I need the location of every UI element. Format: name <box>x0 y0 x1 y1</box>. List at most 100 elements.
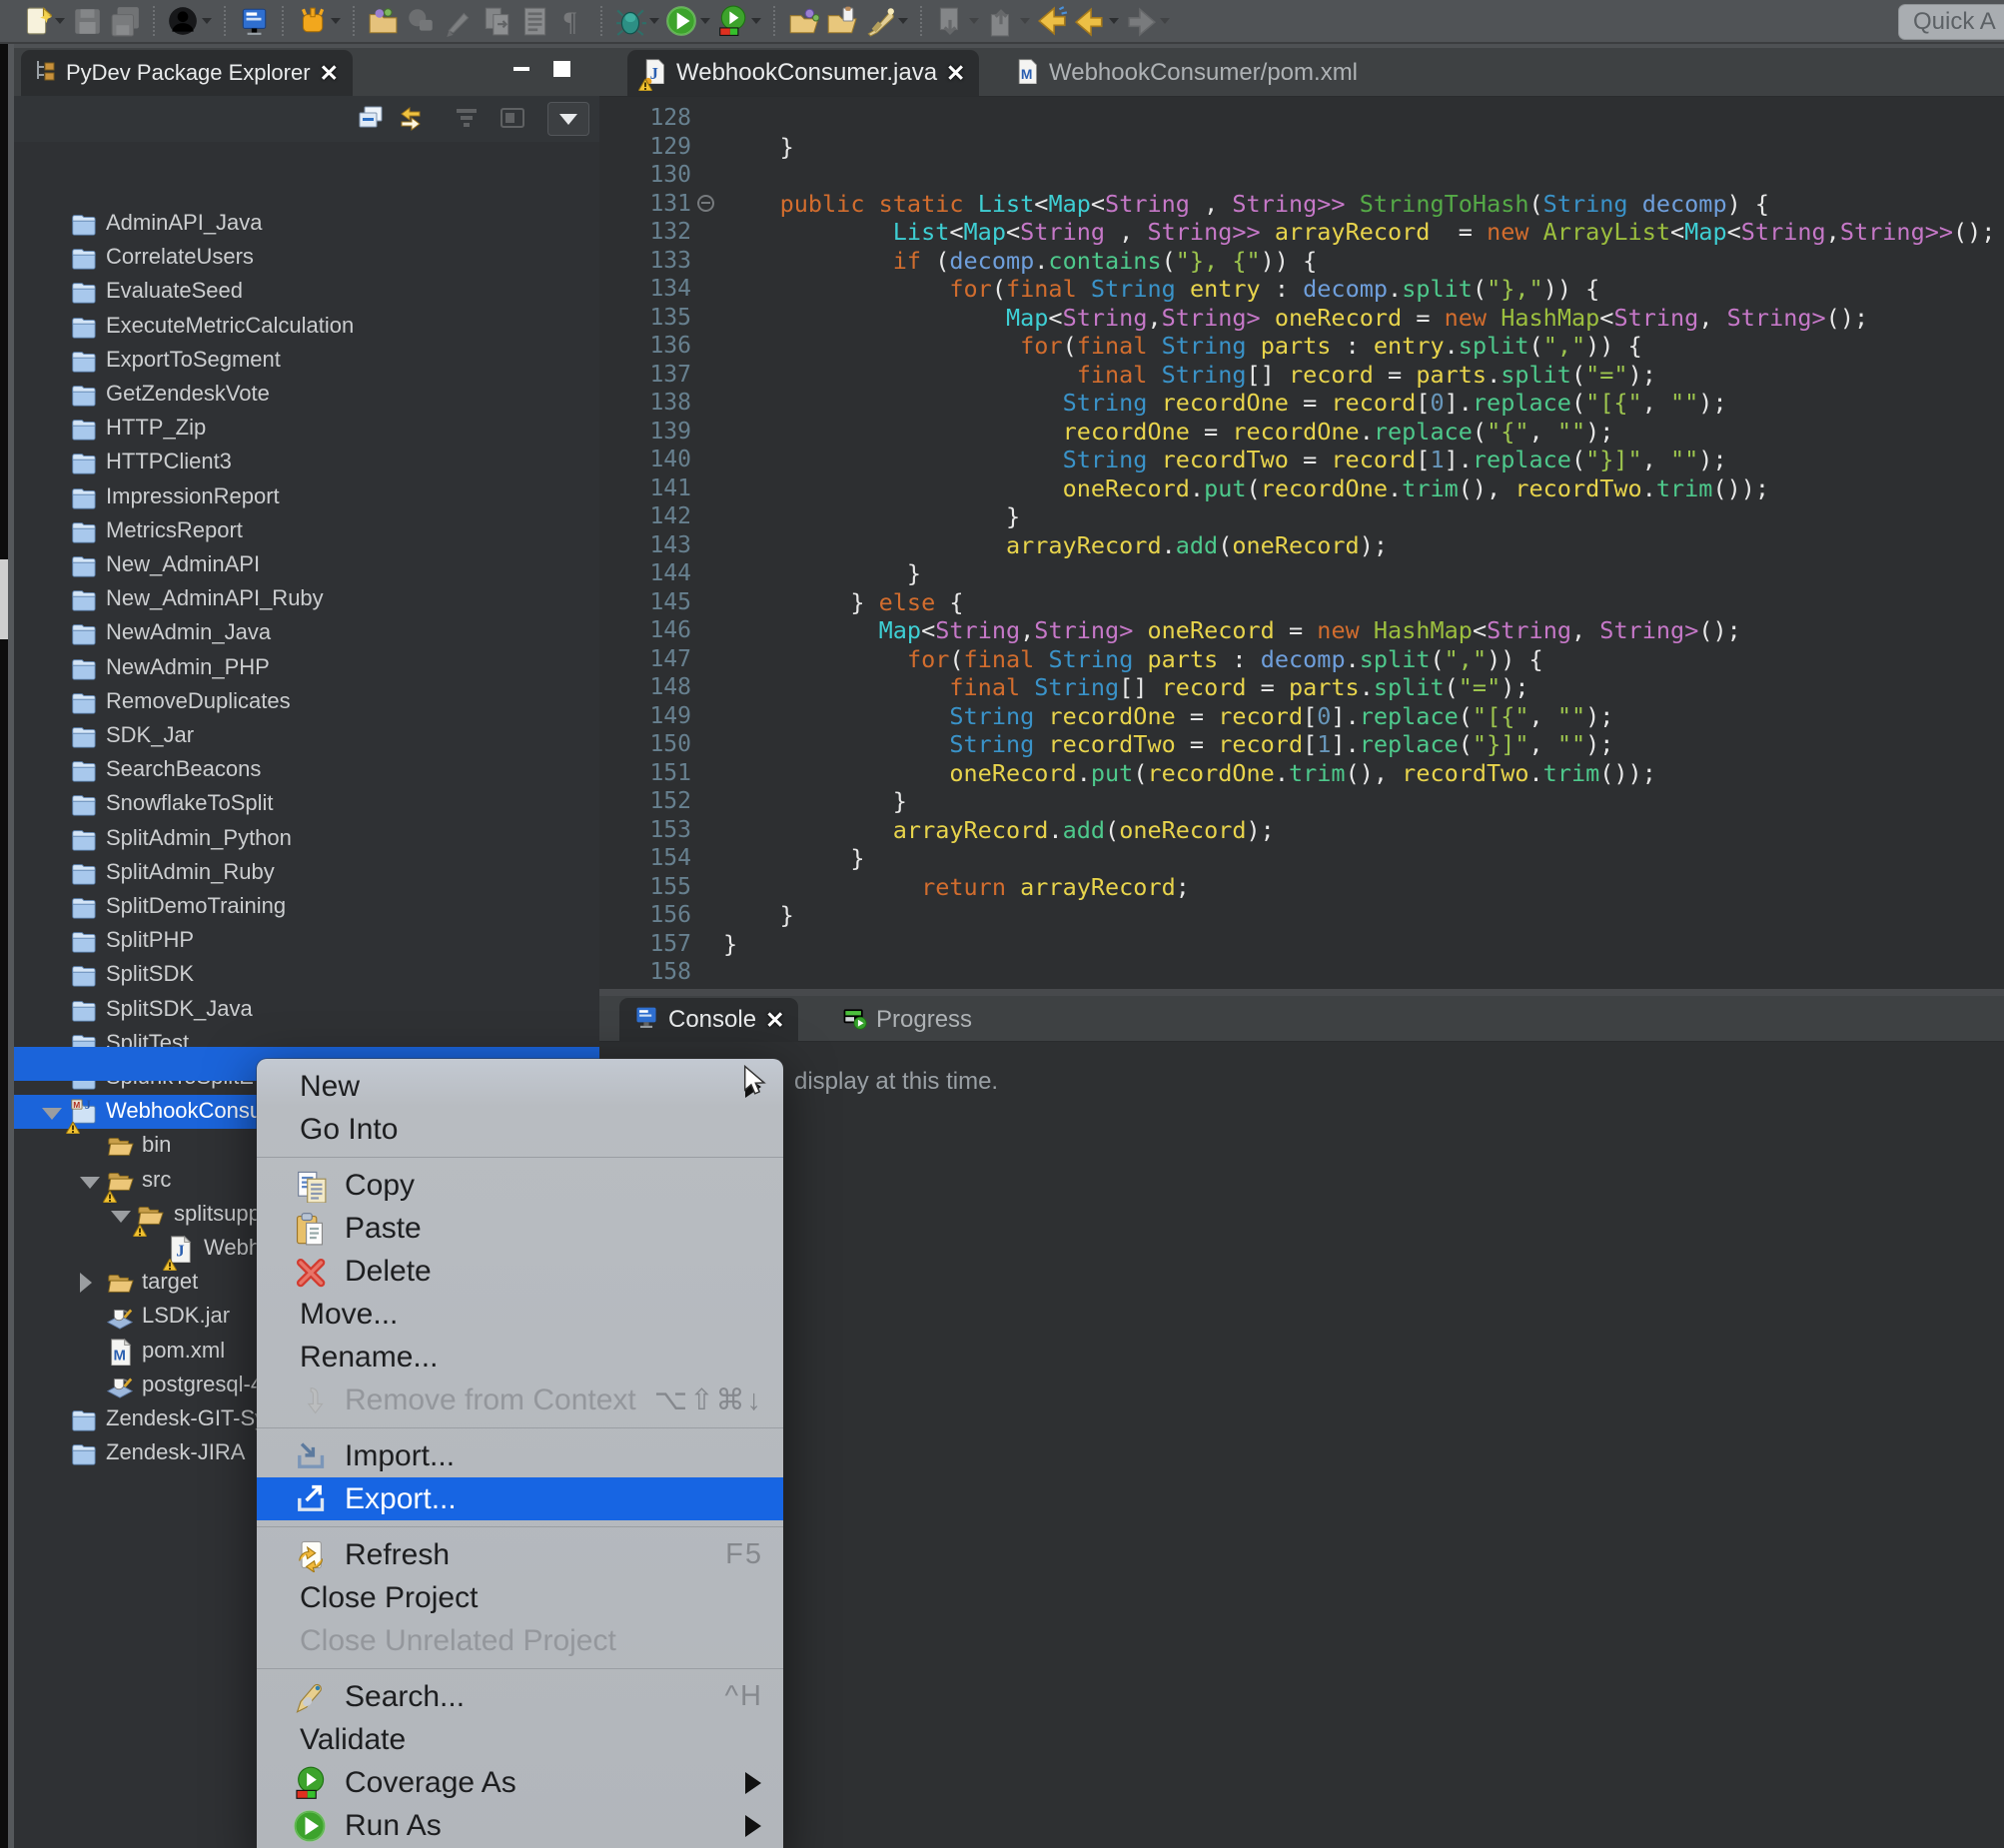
menu-item-close-project[interactable]: Close Project <box>257 1576 783 1619</box>
tree-item-adminapi-java[interactable]: AdminAPI_Java <box>14 207 599 241</box>
next-annotation-button[interactable] <box>934 5 979 37</box>
code-area[interactable]: 128129 }130131 public static List<Map<St… <box>599 96 2004 989</box>
close-icon[interactable]: ✕ <box>946 60 965 87</box>
quick-access-box[interactable]: Quick A <box>1898 4 2004 40</box>
tree-item-correlateusers[interactable]: CorrelateUsers <box>14 241 599 275</box>
coverage-button[interactable] <box>716 5 761 37</box>
run-button[interactable] <box>665 5 710 37</box>
project-icon <box>69 688 97 722</box>
view-menu-button[interactable] <box>547 102 589 136</box>
tree-item-splitadmin-ruby[interactable]: SplitAdmin_Ruby <box>14 856 599 890</box>
show-outline-button[interactable] <box>518 5 550 37</box>
tree-item-newadmin-php[interactable]: NewAdmin_PHP <box>14 651 599 685</box>
tree-item-new-adminapi[interactable]: New_AdminAPI <box>14 548 599 582</box>
save-all-button[interactable] <box>109 5 141 37</box>
console-tab-console[interactable]: Console✕ <box>619 998 798 1042</box>
collapse-all-button[interactable] <box>356 103 386 138</box>
tree-item-httpclient3[interactable]: HTTPClient3 <box>14 446 599 479</box>
close-icon[interactable]: ✕ <box>765 1007 784 1034</box>
close-icon[interactable]: ✕ <box>320 60 339 87</box>
tree-item-new-adminapi-ruby[interactable]: New_AdminAPI_Ruby <box>14 582 599 616</box>
team-sync-button[interactable] <box>405 5 437 37</box>
chevron-down-icon[interactable] <box>1160 18 1170 24</box>
tree-item-splitadmin-python[interactable]: SplitAdmin_Python <box>14 822 599 856</box>
tree-item-impressionreport[interactable]: ImpressionReport <box>14 480 599 514</box>
editor-tab-webhookconsumer-java[interactable]: J WebhookConsumer.java✕ <box>627 50 979 96</box>
menu-item-go-into[interactable]: Go Into <box>257 1108 783 1151</box>
chevron-down-icon[interactable] <box>202 18 212 24</box>
tab-pydev-package-explorer[interactable]: PyDev Package Explorer ✕ <box>21 50 353 96</box>
menu-item-search-[interactable]: Search...^H <box>257 1675 783 1718</box>
open-console-button[interactable] <box>238 5 270 37</box>
new-wizard-button[interactable] <box>20 5 65 37</box>
highlighter-button[interactable] <box>863 5 908 37</box>
tree-item-splitsdk[interactable]: SplitSDK <box>14 958 599 992</box>
chevron-down-icon[interactable] <box>649 18 659 24</box>
menu-item-export-[interactable]: Export... <box>257 1477 783 1520</box>
tree-item-metricsreport[interactable]: MetricsReport <box>14 514 599 548</box>
tree-item-splitphp[interactable]: SplitPHP <box>14 924 599 958</box>
chevron-down-icon[interactable] <box>1020 18 1030 24</box>
console-tab-progress[interactable]: Progress <box>827 998 986 1042</box>
chevron-down-icon[interactable] <box>751 18 761 24</box>
last-edit-location-button[interactable] <box>1036 5 1068 37</box>
line-number: 136 <box>599 332 691 361</box>
back-history-button[interactable] <box>1074 5 1119 37</box>
expander-right-icon[interactable] <box>80 1273 92 1293</box>
save-button[interactable] <box>71 5 103 37</box>
maximize-button[interactable] <box>551 60 573 78</box>
tree-item-removeduplicates[interactable]: RemoveDuplicates <box>14 685 599 719</box>
editor-tab-webhookconsumer-pom-xml[interactable]: M WebhookConsumer/pom.xml <box>1000 50 1372 96</box>
tree-item-executemetriccalculation[interactable]: ExecuteMetricCalculation <box>14 310 599 344</box>
menu-item-validate[interactable]: Validate <box>257 1718 783 1761</box>
tree-item-splitsdk-java[interactable]: SplitSDK_Java <box>14 993 599 1027</box>
tree-item-snowflaketosplit[interactable]: SnowflakeToSplit <box>14 787 599 821</box>
debug-button[interactable] <box>614 5 659 37</box>
chevron-down-icon[interactable] <box>898 18 908 24</box>
menu-item-paste[interactable]: Paste <box>257 1207 783 1250</box>
tree-item-label: pom.xml <box>142 1338 225 1364</box>
menu-item-rename-[interactable]: Rename... <box>257 1336 783 1379</box>
tree-item-http-zip[interactable]: HTTP_Zip <box>14 412 599 446</box>
menu-item-import-[interactable]: Import... <box>257 1434 783 1477</box>
forward-history-button[interactable] <box>1125 5 1170 37</box>
tree-item-newadmin-java[interactable]: NewAdmin_Java <box>14 616 599 650</box>
focus-view-button[interactable] <box>498 103 527 138</box>
menu-item-move-[interactable]: Move... <box>257 1293 783 1336</box>
tree-item-searchbeacons[interactable]: SearchBeacons <box>14 753 599 787</box>
prev-annotation-button[interactable] <box>985 5 1030 37</box>
menu-item-coverage-as[interactable]: Coverage As <box>257 1761 783 1804</box>
copy-qualified-button[interactable] <box>481 5 512 37</box>
expander-down-icon[interactable] <box>80 1177 100 1189</box>
link-with-editor-button[interactable] <box>396 103 426 138</box>
menu-item-copy[interactable]: Copy <box>257 1164 783 1207</box>
chevron-down-icon[interactable] <box>331 18 341 24</box>
tree-item-sdk-jar[interactable]: SDK_Jar <box>14 719 599 753</box>
open-task-button[interactable] <box>825 5 857 37</box>
expander-down-icon[interactable] <box>42 1108 62 1120</box>
import-wizard-button[interactable] <box>367 5 399 37</box>
expander-down-icon[interactable] <box>111 1211 131 1223</box>
fold-collapse-icon[interactable] <box>697 195 714 212</box>
open-type-button[interactable] <box>787 5 819 37</box>
tree-item-exporttosegment[interactable]: ExportToSegment <box>14 344 599 378</box>
menu-item-new[interactable]: New <box>257 1065 783 1108</box>
chevron-down-icon[interactable] <box>700 18 710 24</box>
menu-item-run-as[interactable]: Run As <box>257 1804 783 1847</box>
chevron-down-icon[interactable] <box>969 18 979 24</box>
chevron-down-icon[interactable] <box>1109 18 1119 24</box>
show-whitespace-button[interactable]: ¶ <box>556 5 588 37</box>
tree-item-label: src <box>142 1167 171 1193</box>
menu-item-refresh[interactable]: RefreshF5 <box>257 1533 783 1576</box>
menu-item-delete[interactable]: Delete <box>257 1250 783 1293</box>
filters-button[interactable] <box>452 103 482 138</box>
user-profile-button[interactable] <box>167 5 212 37</box>
tree-item-splitdemotraining[interactable]: SplitDemoTraining <box>14 890 599 924</box>
tree-item-evaluateseed[interactable]: EvaluateSeed <box>14 275 599 309</box>
tree-item-getzendeskvote[interactable]: GetZendeskVote <box>14 378 599 412</box>
console-resize-sash[interactable] <box>599 989 2004 996</box>
plugin-orange-button[interactable] <box>296 5 341 37</box>
mark-occurrences-button[interactable] <box>443 5 475 37</box>
chevron-down-icon[interactable] <box>55 18 65 24</box>
minimize-button[interactable] <box>511 60 533 78</box>
